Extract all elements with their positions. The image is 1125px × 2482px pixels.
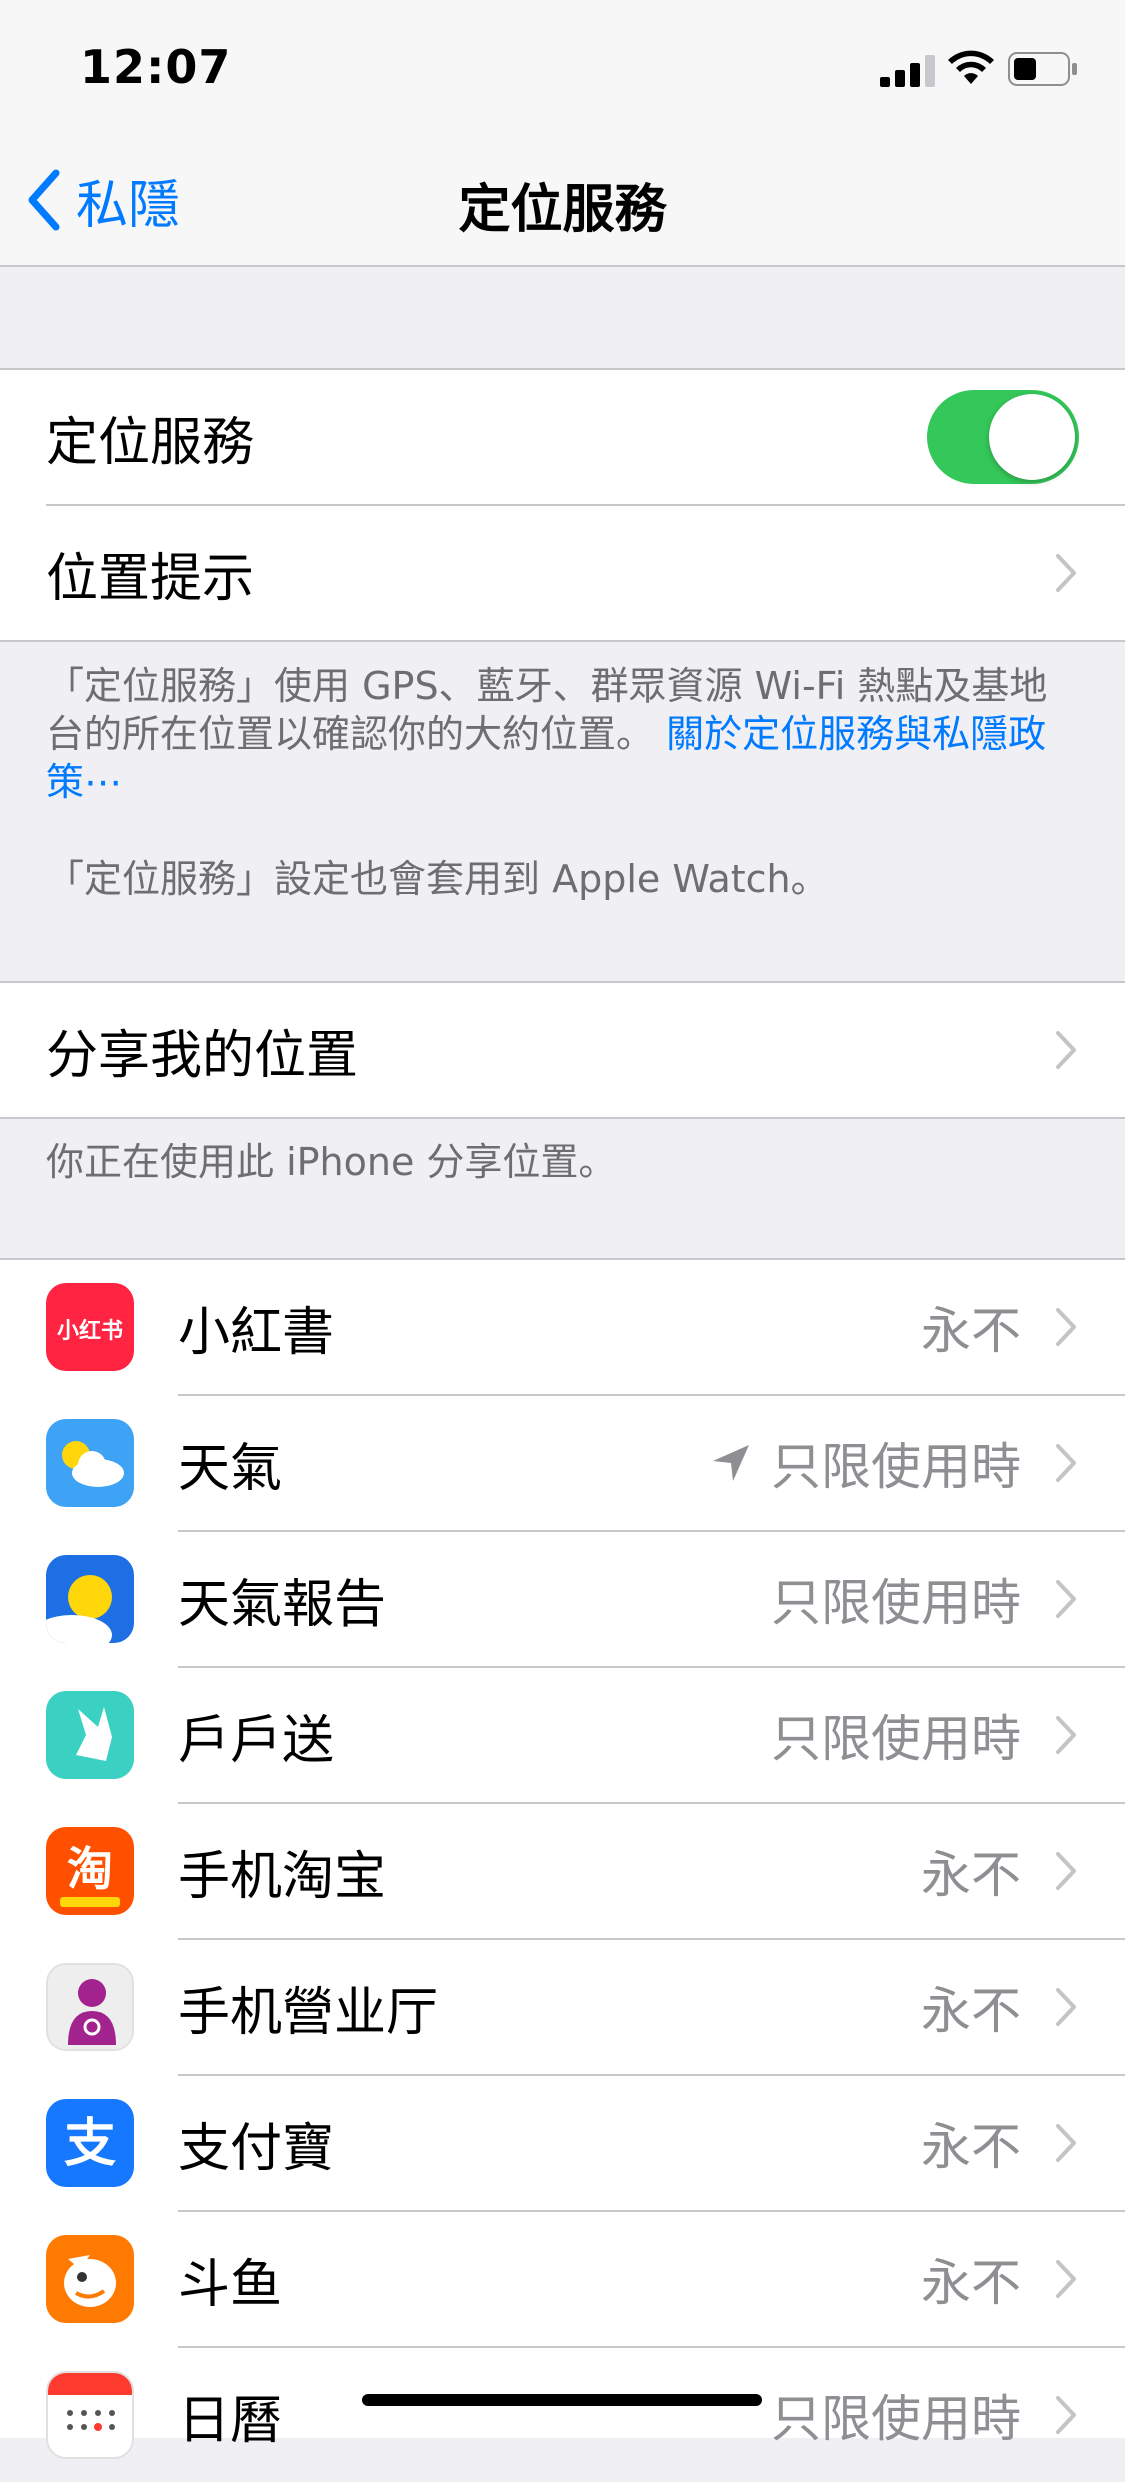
douyu-icon bbox=[46, 2235, 134, 2323]
cellular-signal-icon bbox=[880, 55, 935, 87]
chevron-right-icon bbox=[1056, 2396, 1076, 2434]
svg-text:小红书: 小红书 bbox=[57, 1318, 123, 1344]
chevron-right-icon bbox=[1056, 2260, 1076, 2298]
app-row-unicom[interactable]: 手机營业厅 永不 bbox=[0, 1940, 1125, 2074]
app-name: 手机淘宝 bbox=[178, 1846, 387, 1907]
share-location-row[interactable]: 分享我的位置 bbox=[0, 983, 1125, 1117]
app-row-taobao[interactable]: 淘 手机淘宝 永不 bbox=[0, 1804, 1125, 1938]
app-permission: 只限使用時 bbox=[771, 2390, 1021, 2448]
app-name: 支付寶 bbox=[178, 2118, 335, 2179]
app-permission: 永不 bbox=[921, 2118, 1021, 2176]
wifi-icon bbox=[948, 50, 994, 84]
xiaohongshu-icon: 小红书 bbox=[46, 1283, 134, 1371]
app-name: 手机營业厅 bbox=[178, 1982, 439, 2043]
app-permission: 永不 bbox=[921, 2254, 1021, 2312]
alipay-icon: 支 bbox=[46, 2099, 134, 2187]
share-location-label: 分享我的位置 bbox=[46, 1025, 359, 1086]
location-arrow-icon bbox=[713, 1445, 749, 1481]
app-permission: 永不 bbox=[921, 1982, 1021, 2040]
share-location-group: 分享我的位置 bbox=[0, 981, 1125, 1119]
app-row-calendar[interactable]: 日曆 只限使用時 bbox=[0, 2348, 1125, 2482]
svg-text:淘: 淘 bbox=[67, 1842, 113, 1896]
app-row-weather[interactable]: 天氣 只限使用時 bbox=[0, 1396, 1125, 1530]
watch-note: 「定位服務」設定也會套用到 Apple Watch。 bbox=[46, 857, 829, 901]
app-permission: 永不 bbox=[921, 1846, 1021, 1904]
chevron-right-icon bbox=[1056, 1852, 1076, 1890]
calendar-icon bbox=[46, 2371, 134, 2459]
location-services-label: 定位服務 bbox=[46, 412, 255, 473]
chevron-right-icon bbox=[1056, 2124, 1076, 2162]
home-indicator[interactable] bbox=[362, 2394, 762, 2406]
app-permission: 永不 bbox=[921, 1302, 1021, 1360]
navigation-bar: 私隱 定位服務 bbox=[0, 135, 1125, 267]
chevron-right-icon bbox=[1056, 1308, 1076, 1346]
chevron-right-icon bbox=[1056, 554, 1076, 592]
weather-report-icon bbox=[46, 1555, 134, 1643]
location-services-toggle[interactable] bbox=[927, 390, 1079, 484]
app-name: 斗鱼 bbox=[178, 2254, 283, 2315]
battery-icon bbox=[1008, 52, 1077, 86]
page-title: 定位服務 bbox=[458, 180, 667, 240]
app-permission: 只限使用時 bbox=[771, 1438, 1021, 1496]
app-permission-with-arrow: 只限使用時 bbox=[709, 1427, 1021, 1499]
location-alerts-row[interactable]: 位置提示 bbox=[0, 506, 1125, 640]
weather-icon bbox=[46, 1419, 134, 1507]
location-description: 「定位服務」使用 GPS、藍牙、群眾資源 Wi-Fi 熱點及基地台的所在位置以確… bbox=[46, 662, 1079, 806]
chevron-right-icon bbox=[1056, 1031, 1076, 1069]
app-name: 戶戶送 bbox=[178, 1710, 335, 1771]
app-row-xiaohongshu[interactable]: 小红书 小紅書 永不 bbox=[0, 1260, 1125, 1394]
app-name: 天氣 bbox=[178, 1438, 283, 1499]
location-services-group: 定位服務 位置提示 bbox=[0, 368, 1125, 642]
status-bar: 12:07 bbox=[0, 0, 1125, 135]
app-name: 日曆 bbox=[178, 2390, 283, 2451]
app-row-weather-report[interactable]: 天氣報告 只限使用時 bbox=[0, 1532, 1125, 1666]
app-permission: 只限使用時 bbox=[771, 1574, 1021, 1632]
location-services-row: 定位服務 bbox=[0, 370, 1125, 504]
chevron-right-icon bbox=[1056, 1988, 1076, 2026]
app-row-deliveroo[interactable]: 戶戶送 只限使用時 bbox=[0, 1668, 1125, 1802]
apps-list: 小红书 小紅書 永不 天氣 只限使用時 天氣報告 只限使用時 戶戶送 只限使用時… bbox=[0, 1258, 1125, 2459]
share-note: 你正在使用此 iPhone 分享位置。 bbox=[46, 1140, 617, 1184]
unicom-icon bbox=[46, 1963, 134, 2051]
toggle-knob bbox=[989, 394, 1075, 480]
svg-text:支: 支 bbox=[64, 2114, 116, 2174]
chevron-right-icon bbox=[1056, 1580, 1076, 1618]
app-row-alipay[interactable]: 支 支付寶 永不 bbox=[0, 2076, 1125, 2210]
chevron-right-icon bbox=[1056, 1716, 1076, 1754]
app-row-douyu[interactable]: 斗鱼 永不 bbox=[0, 2212, 1125, 2346]
chevron-right-icon bbox=[1056, 1444, 1076, 1482]
status-time: 12:07 bbox=[80, 40, 232, 94]
location-alerts-label: 位置提示 bbox=[46, 548, 255, 609]
deliveroo-icon bbox=[46, 1691, 134, 1779]
app-name: 小紅書 bbox=[178, 1302, 335, 1363]
app-permission: 只限使用時 bbox=[771, 1710, 1021, 1768]
app-name: 天氣報告 bbox=[178, 1574, 387, 1635]
taobao-icon: 淘 bbox=[46, 1827, 134, 1915]
